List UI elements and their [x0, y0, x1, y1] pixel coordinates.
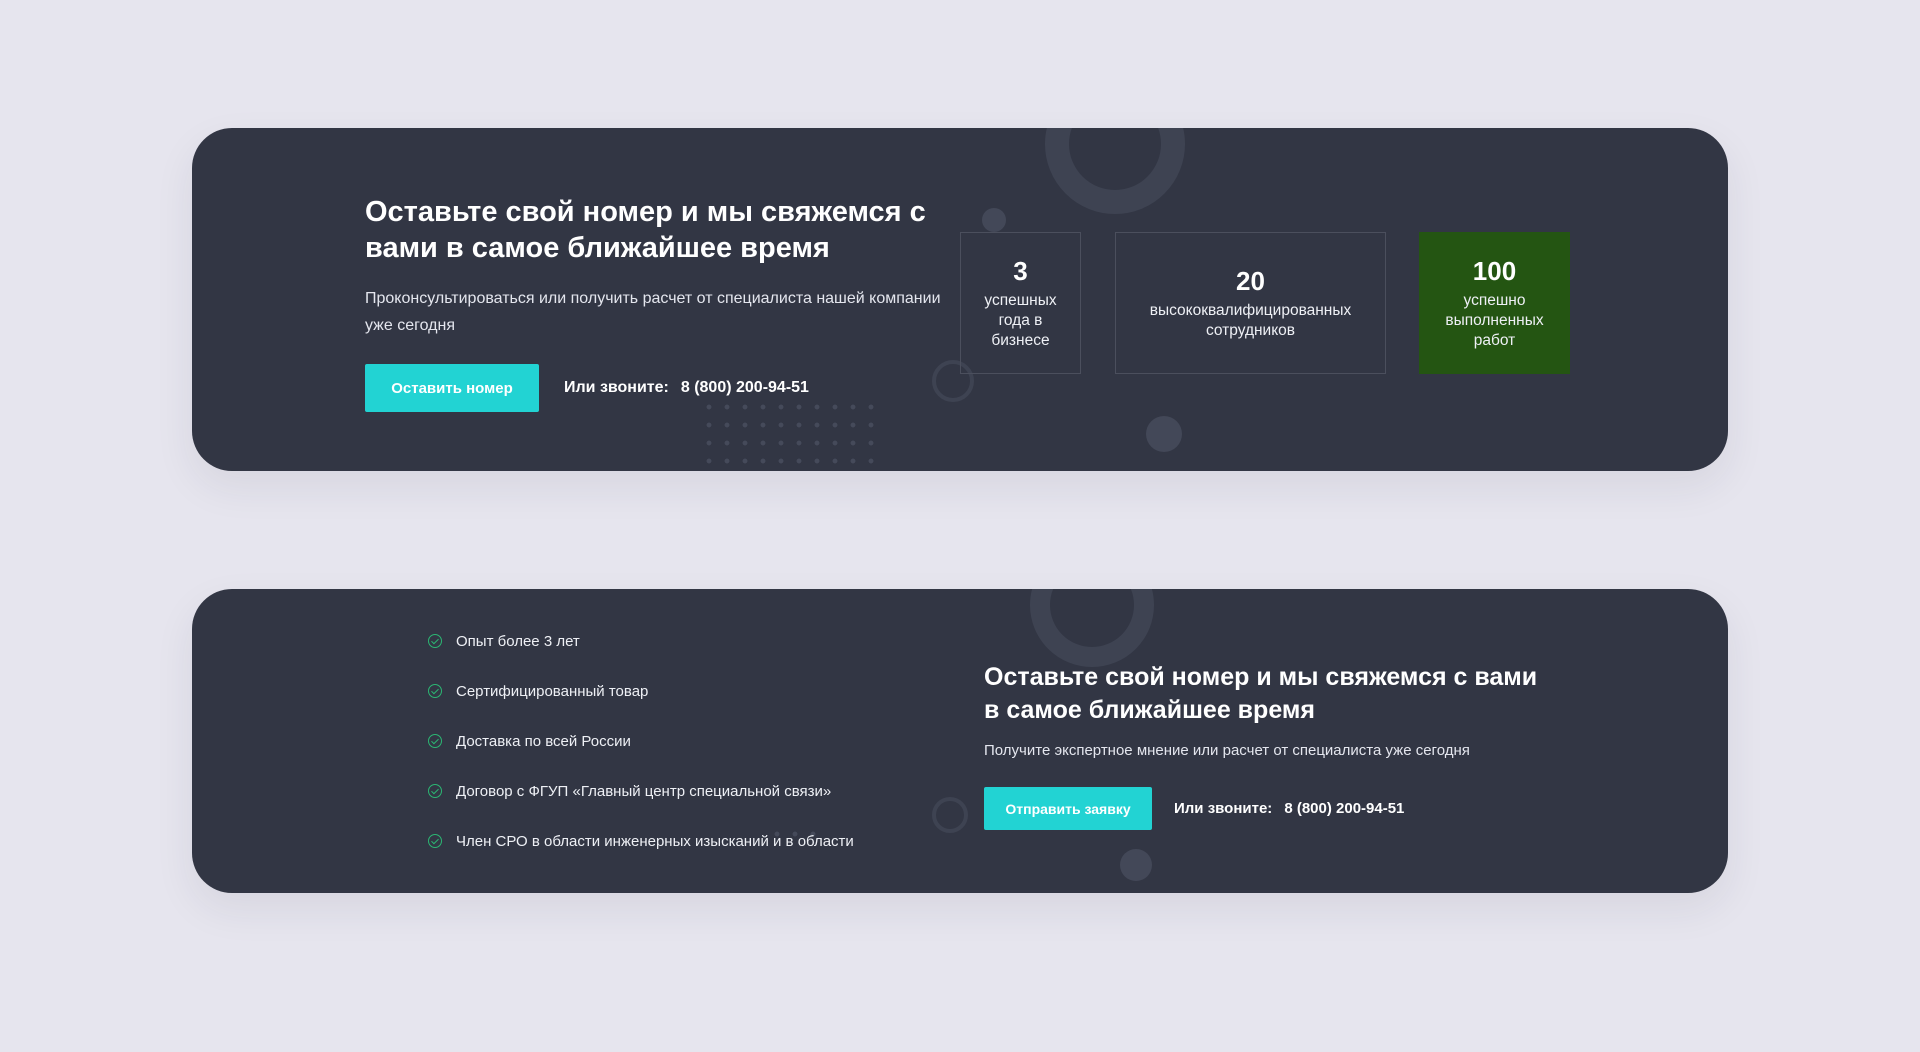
phone-link[interactable]: 8 (800) 200-94-51 [681, 379, 809, 397]
list-item: Договор с ФГУП «Главный центр специально… [428, 779, 908, 803]
feature-text: Доставка по всей России [456, 732, 631, 750]
banner-title: Оставьте свой номер и мы свяжемся с вами… [365, 196, 926, 264]
check-circle-icon [428, 684, 442, 698]
call-label: Или звоните: [1174, 800, 1273, 817]
banner-subtitle: Получите экспертное мнение или расчет от… [984, 742, 1470, 759]
decor-ring [1030, 589, 1154, 667]
send-request-button[interactable]: Отправить заявку [984, 787, 1152, 830]
call-label: Или звоните: [564, 379, 669, 396]
check-circle-icon [428, 734, 442, 748]
call-info: Или звоните: 8 (800) 200-94-51 [564, 364, 809, 412]
banner-subtitle: Проконсультироваться или получить расчет… [365, 290, 941, 334]
list-item: Опыт более 3 лет [428, 629, 908, 653]
stat-value: 100 [1472, 256, 1517, 286]
features-list: Опыт более 3 лет Сертифицированный товар… [428, 629, 908, 879]
stat-card-employees: 20 высококвалифицированных сотрудников [1115, 232, 1386, 374]
list-item: Сертифицированный товар [428, 679, 908, 703]
phone-link[interactable]: 8 (800) 200-94-51 [1284, 800, 1404, 817]
list-item: Доставка по всей России [428, 729, 908, 753]
stat-card-projects: 100 успешно выполненных работ [1419, 232, 1570, 374]
check-circle-icon [428, 784, 442, 798]
call-info: Или звоните: 8 (800) 200-94-51 [1174, 787, 1404, 830]
decor-ring [1045, 128, 1185, 214]
check-circle-icon [428, 634, 442, 648]
decor-dot [982, 208, 1006, 232]
stat-value: 20 [1236, 266, 1265, 296]
stat-label: высококвалифицированных сотрудников [1149, 302, 1352, 339]
banner-title: Оставьте свой номер и мы свяжемся с вами… [984, 663, 1538, 724]
decor-ring [932, 797, 968, 833]
leave-number-button[interactable]: Оставить номер [365, 364, 539, 412]
decor-dot [1146, 416, 1182, 452]
stat-card-years: 3 успешных года в бизнесе [960, 232, 1081, 374]
feature-text: Опыт более 3 лет [456, 632, 580, 650]
check-circle-icon [428, 834, 442, 848]
decor-dot [1120, 849, 1152, 881]
feature-text: Член СРО в области инженерных изысканий … [456, 832, 854, 850]
stat-value: 3 [1013, 256, 1028, 286]
callback-banner-features: Опыт более 3 лет Сертифицированный товар… [192, 589, 1728, 893]
stat-label: успешно выполненных работ [1445, 292, 1544, 349]
list-item: Член СРО в области инженерных изысканий … [428, 829, 908, 853]
callback-banner-stats: Оставьте свой номер и мы свяжемся с вами… [192, 128, 1728, 471]
stat-label: успешных года в бизнесе [984, 292, 1057, 349]
feature-text: Сертифицированный товар [456, 682, 649, 700]
feature-text: Договор с ФГУП «Главный центр специально… [456, 782, 832, 800]
